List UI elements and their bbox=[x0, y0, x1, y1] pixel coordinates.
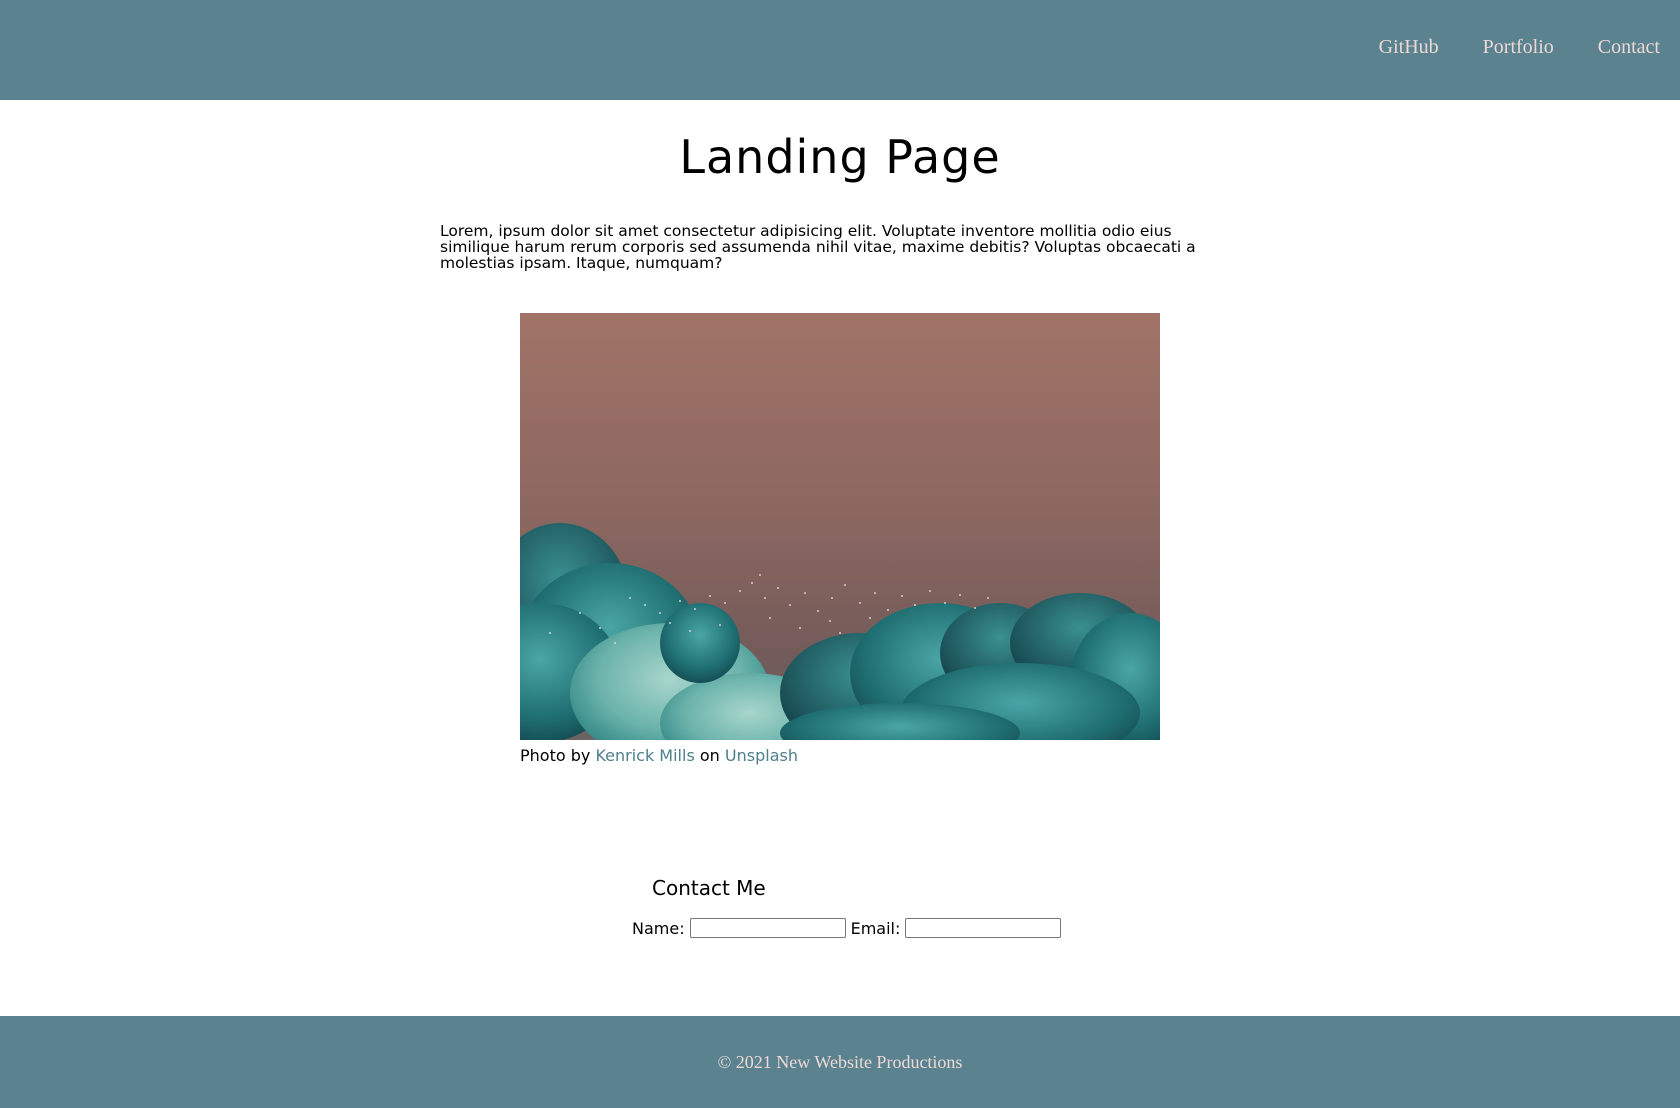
page-title: Landing Page bbox=[679, 130, 1001, 184]
caption-prefix: Photo by bbox=[520, 746, 591, 765]
nav-link-github[interactable]: GitHub bbox=[1379, 36, 1439, 59]
site-footer: © 2021 New Website Productions bbox=[0, 1016, 1680, 1108]
nav-link-portfolio[interactable]: Portfolio bbox=[1483, 36, 1554, 59]
photo-caption: Photo by Kenrick Mills on Unsplash bbox=[520, 746, 798, 765]
unsplash-link[interactable]: Unsplash bbox=[725, 746, 798, 765]
hero-photo bbox=[520, 313, 1160, 740]
clouds-illustration bbox=[520, 313, 1160, 740]
contact-heading: Contact Me bbox=[652, 876, 766, 900]
name-label: Name: bbox=[632, 918, 685, 938]
top-nav: GitHub Portfolio Contact bbox=[1379, 36, 1660, 59]
copyright-text: © 2021 New Website Productions bbox=[717, 1052, 963, 1072]
nav-link-contact[interactable]: Contact bbox=[1598, 36, 1660, 59]
email-input[interactable] bbox=[905, 918, 1062, 938]
email-label: Email: bbox=[850, 918, 901, 938]
contact-form: Name: Email: bbox=[632, 918, 1066, 938]
caption-middle: on bbox=[699, 746, 720, 765]
intro-paragraph: Lorem, ipsum dolor sit amet consectetur … bbox=[440, 222, 1196, 272]
author-link[interactable]: Kenrick Mills bbox=[595, 746, 694, 765]
name-input[interactable] bbox=[689, 918, 846, 938]
site-header: GitHub Portfolio Contact bbox=[0, 0, 1680, 100]
